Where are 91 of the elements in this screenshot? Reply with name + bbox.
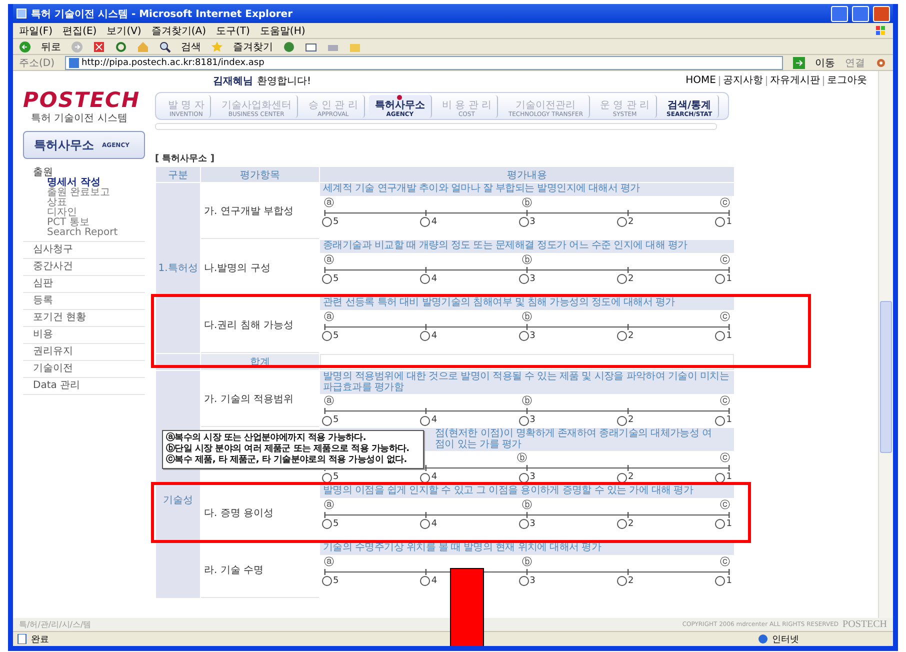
maximize-button[interactable] (852, 6, 869, 22)
scale-marker: ⓑ (522, 254, 532, 266)
scale-marker: ⓑ (522, 556, 532, 568)
scale-marker: ⓐ (324, 198, 334, 208)
logo-subtitle: 특허 기술이전 시스템 (30, 112, 128, 125)
search-button[interactable]: 검색 (181, 40, 201, 54)
scale-marker: ⓑ (517, 453, 527, 464)
flag-icon (875, 24, 887, 36)
sidebar-subitem[interactable]: Search Report (33, 228, 145, 238)
menu-item[interactable]: 도움말(H) (260, 24, 306, 38)
sidebar-item[interactable]: 비용 (33, 329, 53, 340)
menu-item[interactable]: 편집(E) (62, 24, 97, 38)
scale-marker: ⓑ (522, 312, 532, 322)
scale-marker: ⓑ (522, 198, 532, 208)
top-link[interactable]: 로그아웃 (823, 76, 870, 86)
footer-brand: POSTECH (842, 619, 887, 630)
sidebar-subitem[interactable]: 상표 (33, 198, 145, 208)
favorites-button[interactable]: 즐겨찾기 (233, 40, 273, 54)
scale-marker: ⓒ (720, 198, 730, 208)
page-icon (68, 58, 79, 68)
column-header: 평가항목 (201, 167, 319, 182)
star-icon[interactable] (211, 40, 223, 52)
sidebar-item[interactable]: 기술이전 (33, 363, 73, 374)
section-title: [ 특허사무소 ] (155, 153, 216, 165)
sidebar-item[interactable]: 권리유지 (33, 346, 73, 357)
criterion-description: 발명의 이점을 쉽게 인지할 수 있고 그 이점을 용이하게 증명할 수 있는 가에 대해 평가 (320, 485, 734, 498)
top-link[interactable]: HOME (682, 76, 719, 86)
footer-text: 특/허/관/리/시/스/템 (19, 619, 92, 630)
sidebar-subitem[interactable]: 출원 완료보고 (33, 188, 145, 198)
sidebar-subitem[interactable]: 명세서 작성 (33, 178, 145, 188)
address-label: 주소(D) (19, 56, 55, 70)
sidebar-item[interactable]: 심사청구 (33, 244, 73, 255)
scale-marker: ⓒ (720, 396, 730, 407)
criterion-description: 기술의 수명주기상 위치를 볼 때 발명의 현재 위치에 대해서 평가 (320, 542, 734, 554)
welcome-text: 환영합니다! (257, 75, 312, 88)
go-icon[interactable] (793, 56, 805, 68)
column-header: 평가내용 (320, 167, 734, 182)
page-icon (17, 634, 27, 644)
menu-item[interactable]: 도구(T) (216, 24, 250, 38)
menu-item[interactable]: 즐겨찾기(A) (151, 24, 206, 38)
sidebar-item[interactable]: 중간사건 (33, 261, 73, 272)
go-button[interactable]: 이동 (815, 56, 835, 70)
search-icon[interactable] (159, 40, 171, 52)
scale-marker: ⓐ (324, 500, 334, 510)
top-link[interactable]: 자유게시판 (766, 76, 823, 86)
menu-item[interactable]: 파일(F) (19, 24, 53, 38)
sidebar-item[interactable]: Data 관리 (33, 380, 80, 391)
mail-icon[interactable] (305, 40, 317, 52)
scale-marker: ⓒ (720, 312, 730, 322)
back-button[interactable]: 뒤로 (41, 40, 61, 54)
stop-icon[interactable] (93, 40, 105, 52)
scale-marker: ⓐ (324, 312, 334, 322)
group-label: 1.특허성 (156, 183, 200, 353)
column-header: 구분 (156, 167, 200, 182)
sidebar-subitem[interactable]: PCT 통보 (33, 218, 145, 228)
sidebar-title: 특허사무소 (34, 136, 94, 154)
scale-marker: ⓒ (720, 556, 730, 568)
criterion-description: 관련 선등록 특허 대비 발명기술의 침해여부 및 침해 가능성의 정도에 대해서 평가 (320, 297, 734, 310)
menu-item[interactable]: 보기(V) (106, 24, 142, 38)
minimize-button[interactable] (831, 6, 848, 22)
back-icon[interactable] (19, 40, 31, 52)
scrollbar[interactable] (878, 71, 893, 618)
scale-marker: ⓑ (522, 396, 532, 407)
scale-marker: ⓒ (720, 254, 730, 266)
refresh-icon[interactable] (115, 40, 127, 52)
window-title: 특허 기술이전 시스템 - Microsoft Internet Explorer (31, 8, 292, 20)
sidebar-item[interactable]: 심판 (33, 278, 53, 289)
sidebar-item[interactable]: 포기건 현황 (33, 312, 86, 323)
close-button[interactable] (873, 6, 890, 22)
scale-marker: ⓒ (720, 500, 730, 510)
scale-marker: ⓒ (720, 453, 730, 464)
gear-icon[interactable] (875, 56, 887, 68)
address-field[interactable]: http://pipa.postech.ac.kr:8181/index.asp (64, 56, 783, 70)
status-text: 완료 (31, 634, 49, 646)
tooltip: ⓐ복수의 시장 또는 산업분야에까지 적용 가능하다. ⓑ단일 시장 분야의 여러 제품군 또는 제품으로 적용 가능하다. ⓒ복수 제품, 타 제품군, 타 기술분야로의 적용 가능성이 없다. (162, 430, 424, 469)
scale-marker: ⓐ (324, 556, 334, 568)
criterion-description: 발명의 적용범위에 대한 것으로 발명이 적용될 수 있는 제품 및 시장을 파악하여 기술이 미치는 파급효과를 평가함 (320, 371, 734, 394)
user-name: 김재혜님 (213, 75, 253, 88)
sidebar-item[interactable]: 등록 (33, 295, 53, 306)
sidebar-item[interactable]: 출원 (33, 167, 53, 178)
window-icon (16, 8, 27, 19)
zone-text: 인터넷 (772, 634, 799, 646)
scale-marker: ⓐ (324, 396, 334, 407)
criterion-description: 세계적 기술 연구개발 추이와 얼마나 잘 부합되는 발명인지에 대해서 평가 (320, 183, 734, 196)
sidebar-subitem[interactable]: 디자인 (33, 208, 145, 218)
globe-icon (758, 634, 768, 644)
scale-marker: ⓑ (522, 500, 532, 510)
top-link[interactable]: 공지사항 (719, 76, 766, 86)
scale-marker: ⓐ (324, 254, 334, 266)
criterion-description: 종래기술과 비교할 때 개량의 정도 또는 문제해결 정도가 어느 수준 인지에 대해 평가 (320, 240, 734, 252)
logo: POSTECH (23, 89, 142, 111)
